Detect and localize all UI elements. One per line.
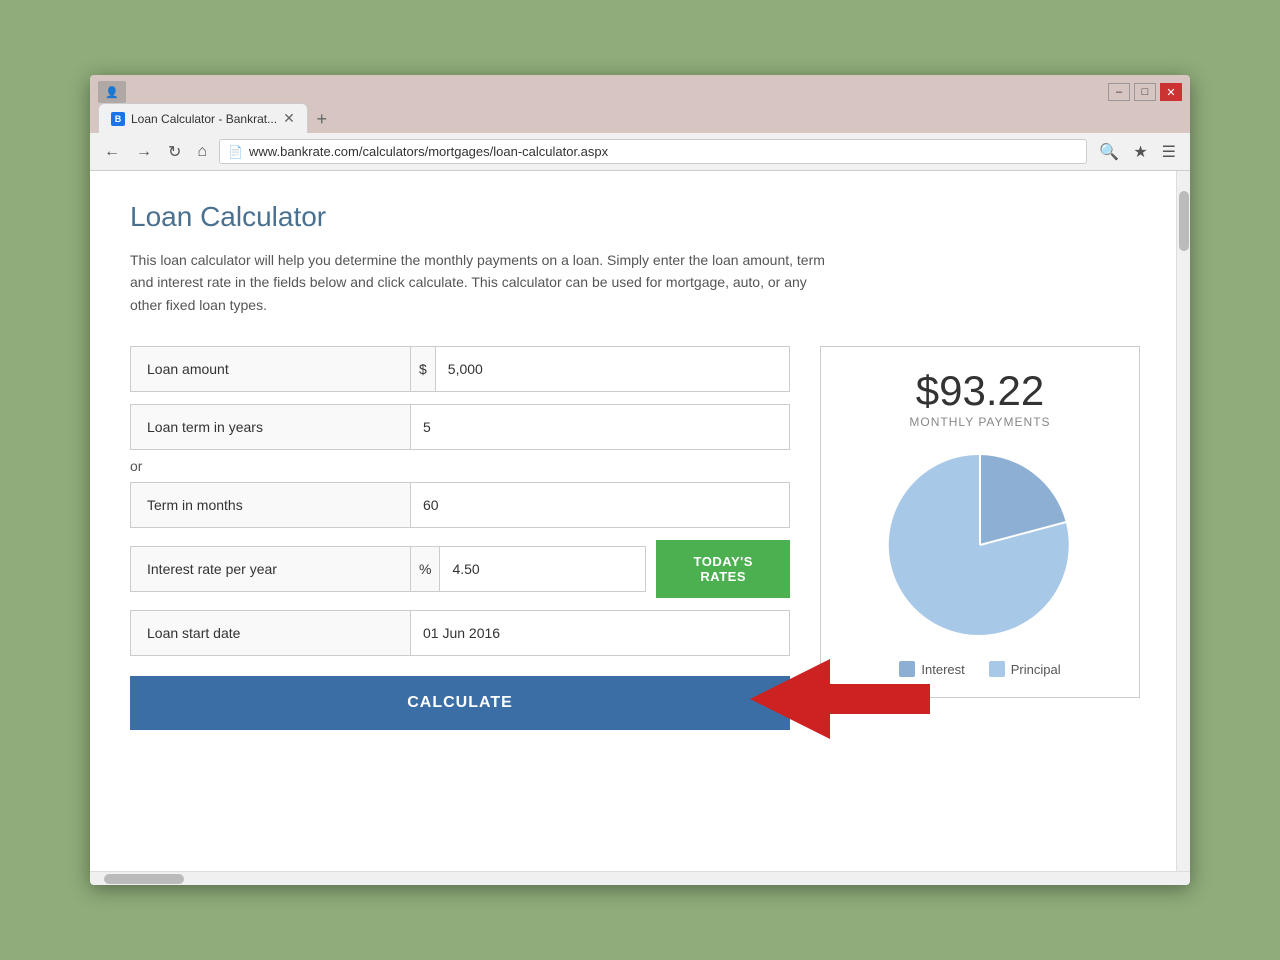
results-panel: $93.22 MONTHLY PAYMENTS bbox=[820, 346, 1140, 698]
loan-term-years-row: Loan term in years bbox=[130, 404, 790, 450]
horizontal-scrollbar[interactable] bbox=[90, 871, 1190, 885]
browser-window: 👤 – □ ✕ B Loan Calculator - Bankrat... ✕… bbox=[90, 75, 1190, 885]
calculate-section: CALCULATE bbox=[130, 668, 790, 730]
close-button[interactable]: ✕ bbox=[1160, 83, 1182, 101]
back-button[interactable]: ← bbox=[100, 141, 124, 163]
arrow-indicator bbox=[750, 659, 930, 739]
percent-symbol: % bbox=[411, 547, 440, 591]
or-text: or bbox=[130, 458, 790, 474]
interest-rate-input[interactable] bbox=[440, 547, 645, 591]
forward-button[interactable]: → bbox=[132, 141, 156, 163]
url-input[interactable] bbox=[249, 144, 1078, 159]
page-description: This loan calculator will help you deter… bbox=[130, 249, 830, 316]
tab-label: Loan Calculator - Bankrat... bbox=[131, 112, 277, 126]
monthly-label: MONTHLY PAYMENTS bbox=[841, 415, 1119, 429]
interest-field: Interest rate per year % bbox=[130, 546, 646, 592]
nav-actions: 🔍 ★ ☰ bbox=[1095, 140, 1180, 164]
tab-favicon: B bbox=[111, 112, 125, 126]
vertical-scrollbar[interactable] bbox=[1176, 171, 1190, 871]
horizontal-scrollbar-thumb bbox=[104, 874, 184, 884]
loan-start-date-label: Loan start date bbox=[131, 611, 411, 655]
loan-start-date-row: Loan start date bbox=[130, 610, 790, 656]
navigation-bar: ← → ↻ ⌂ 📄 🔍 ★ ☰ bbox=[90, 133, 1190, 171]
user-button[interactable]: 👤 bbox=[98, 81, 126, 103]
content-area: Loan Calculator This loan calculator wil… bbox=[90, 171, 1190, 871]
loan-amount-input[interactable] bbox=[436, 347, 789, 391]
zoom-button[interactable]: 🔍 bbox=[1095, 140, 1123, 164]
loan-amount-label: Loan amount bbox=[131, 347, 411, 391]
loan-term-years-label: Loan term in years bbox=[131, 405, 411, 449]
todays-rates-button[interactable]: TODAY'S RATES bbox=[656, 540, 790, 598]
scrollbar-thumb bbox=[1179, 191, 1189, 251]
home-button[interactable]: ⌂ bbox=[193, 141, 211, 163]
calculate-button[interactable]: CALCULATE bbox=[130, 676, 790, 730]
pie-chart bbox=[880, 445, 1080, 645]
menu-button[interactable]: ☰ bbox=[1158, 140, 1180, 164]
loan-term-years-input[interactable] bbox=[411, 405, 789, 449]
page-title: Loan Calculator bbox=[130, 201, 1150, 233]
refresh-button[interactable]: ↻ bbox=[164, 140, 185, 164]
term-months-input[interactable] bbox=[411, 483, 789, 527]
pie-chart-container bbox=[841, 445, 1119, 645]
interest-rate-row: Interest rate per year % TODAY'S RATES bbox=[130, 540, 790, 598]
title-bar: 👤 – □ ✕ bbox=[90, 75, 1190, 103]
principal-color-swatch bbox=[989, 661, 1005, 677]
monthly-amount: $93.22 bbox=[841, 367, 1119, 415]
main-layout: Loan amount $ Loan term in years or Term… bbox=[130, 346, 1150, 730]
tab-bar: B Loan Calculator - Bankrat... ✕ + bbox=[90, 103, 1190, 133]
term-months-row: Term in months bbox=[130, 482, 790, 528]
address-bar[interactable]: 📄 bbox=[219, 139, 1087, 164]
loan-amount-row: Loan amount $ bbox=[130, 346, 790, 392]
dollar-symbol: $ bbox=[411, 347, 436, 391]
loan-start-date-input[interactable] bbox=[411, 611, 789, 655]
new-tab-button[interactable]: + bbox=[308, 105, 336, 133]
bookmark-button[interactable]: ★ bbox=[1129, 140, 1151, 164]
maximize-button[interactable]: □ bbox=[1134, 83, 1156, 101]
minimize-button[interactable]: – bbox=[1108, 83, 1130, 101]
page-icon: 📄 bbox=[228, 145, 243, 159]
tab-close-icon[interactable]: ✕ bbox=[283, 110, 295, 127]
red-arrow-svg bbox=[750, 659, 930, 739]
interest-rate-label: Interest rate per year bbox=[131, 547, 411, 591]
principal-legend-item: Principal bbox=[989, 661, 1061, 677]
form-section: Loan amount $ Loan term in years or Term… bbox=[130, 346, 790, 730]
principal-legend-label: Principal bbox=[1011, 662, 1061, 677]
term-months-label: Term in months bbox=[131, 483, 411, 527]
active-tab[interactable]: B Loan Calculator - Bankrat... ✕ bbox=[98, 103, 308, 133]
